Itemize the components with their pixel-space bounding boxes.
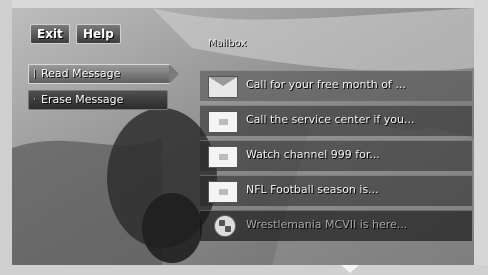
soccer-ball-icon	[214, 215, 236, 237]
message-subject: Watch channel 999 for...	[246, 148, 380, 161]
message-subject: Call the service center if you...	[246, 113, 415, 126]
erase-message-label: Erase Message	[41, 93, 124, 106]
frame-right	[474, 0, 488, 275]
exit-button[interactable]: Exit	[30, 24, 70, 44]
open-envelope-icon	[208, 76, 238, 98]
read-message-label: Read Message	[41, 67, 121, 80]
envelope-icon	[208, 146, 238, 168]
message-row[interactable]: Call for your free month of ...	[200, 70, 472, 101]
message-list: Call for your free month of ... Call the…	[200, 70, 472, 245]
message-subject: Call for your free month of ...	[246, 78, 406, 91]
message-row[interactable]: Watch channel 999 for...	[200, 140, 472, 171]
message-row[interactable]: Call the service center if you...	[200, 105, 472, 136]
help-button[interactable]: Help	[76, 24, 121, 44]
frame-left	[0, 0, 12, 275]
frame-top	[0, 0, 488, 8]
scroll-down-arrow-icon[interactable]	[341, 265, 359, 273]
message-subject: NFL Football season is...	[246, 183, 379, 196]
message-subject: Wrestlemania MCVII is here...	[246, 218, 408, 231]
erase-message-button[interactable]: · Erase Message	[28, 90, 168, 110]
selection-marker-icon: |	[33, 69, 37, 79]
envelope-icon	[208, 111, 238, 133]
frame-bottom	[0, 265, 488, 275]
message-row[interactable]: NFL Football season is...	[200, 175, 472, 206]
bullet-icon: ·	[33, 95, 36, 105]
message-row[interactable]: Wrestlemania MCVII is here...	[200, 210, 472, 241]
read-message-button[interactable]: | Read Message	[28, 64, 179, 84]
tv-mail-screen: Exit Help | Read Message · Erase Message…	[0, 0, 488, 275]
mailbox-title: Mailbox	[208, 38, 247, 49]
envelope-icon	[208, 181, 238, 203]
